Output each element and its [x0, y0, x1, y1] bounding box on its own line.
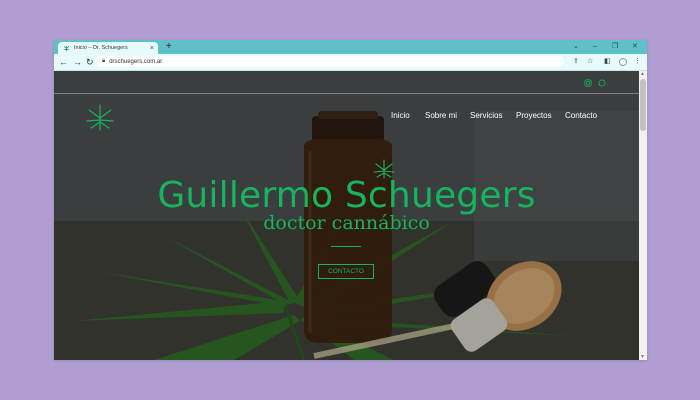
share-icon[interactable]: ⇪: [573, 56, 579, 68]
header-divider: [54, 93, 639, 94]
address-bar[interactable]: 🔒︎ drschuegers.com.ar: [96, 56, 564, 67]
lock-icon: 🔒︎: [102, 58, 106, 64]
tab-close-icon[interactable]: ×: [150, 45, 154, 52]
browser-menu-icon[interactable]: ⋮: [634, 56, 641, 68]
browser-tab[interactable]: Inicio – Dr. Schuegers ×: [58, 42, 158, 54]
browser-window: Inicio – Dr. Schuegers × + ⌄ – ❐ ✕ ← → ↻…: [54, 40, 647, 360]
bookmark-star-icon[interactable]: ☆: [587, 56, 593, 68]
contact-button[interactable]: CONTACTO: [318, 264, 374, 279]
nav-sobre-mi[interactable]: Sobre mi: [425, 111, 457, 120]
page-viewport: Inicio Sobre mi Servicios Proyectos Cont…: [54, 71, 639, 360]
side-panel-icon[interactable]: ◧: [604, 56, 611, 68]
tab-search-icon[interactable]: ⌄: [573, 41, 579, 53]
close-window-button[interactable]: ✕: [632, 41, 638, 53]
hero-divider: [331, 246, 361, 247]
reload-button[interactable]: ↻: [86, 56, 94, 68]
nav-servicios[interactable]: Servicios: [470, 111, 502, 120]
whatsapp-icon[interactable]: [597, 78, 606, 87]
instagram-icon[interactable]: [583, 78, 592, 87]
hero-title: Guillermo Schuegers: [157, 175, 536, 216]
new-tab-button[interactable]: +: [166, 41, 172, 53]
browser-titlebar: Inicio – Dr. Schuegers × + ⌄ – ❐ ✕: [54, 40, 647, 54]
favicon-cannabis-icon: [63, 45, 70, 52]
hero-subtitle: doctor cannábico: [263, 212, 430, 234]
minimize-button[interactable]: –: [593, 41, 597, 53]
back-button[interactable]: ←: [59, 56, 68, 68]
url-text: drschuegers.com.ar: [109, 58, 163, 65]
profile-avatar[interactable]: [619, 58, 627, 66]
scroll-down-icon[interactable]: ▼: [640, 354, 645, 360]
scrollbar-thumb[interactable]: [640, 79, 646, 131]
nav-contacto[interactable]: Contacto: [565, 111, 597, 120]
address-toolbar: ← → ↻ 🔒︎ drschuegers.com.ar ⇪ ☆ ◧ ⋮: [54, 54, 647, 71]
forward-button[interactable]: →: [73, 56, 82, 68]
site-logo-cannabis-icon[interactable]: [86, 101, 114, 131]
scroll-up-icon[interactable]: ▲: [640, 71, 645, 77]
page-scrollbar[interactable]: ▲ ▼: [639, 71, 647, 360]
nav-inicio[interactable]: Inicio: [391, 111, 410, 120]
tab-title: Inicio – Dr. Schuegers: [74, 45, 128, 51]
restore-button[interactable]: ❐: [612, 41, 618, 53]
nav-proyectos[interactable]: Proyectos: [516, 111, 552, 120]
